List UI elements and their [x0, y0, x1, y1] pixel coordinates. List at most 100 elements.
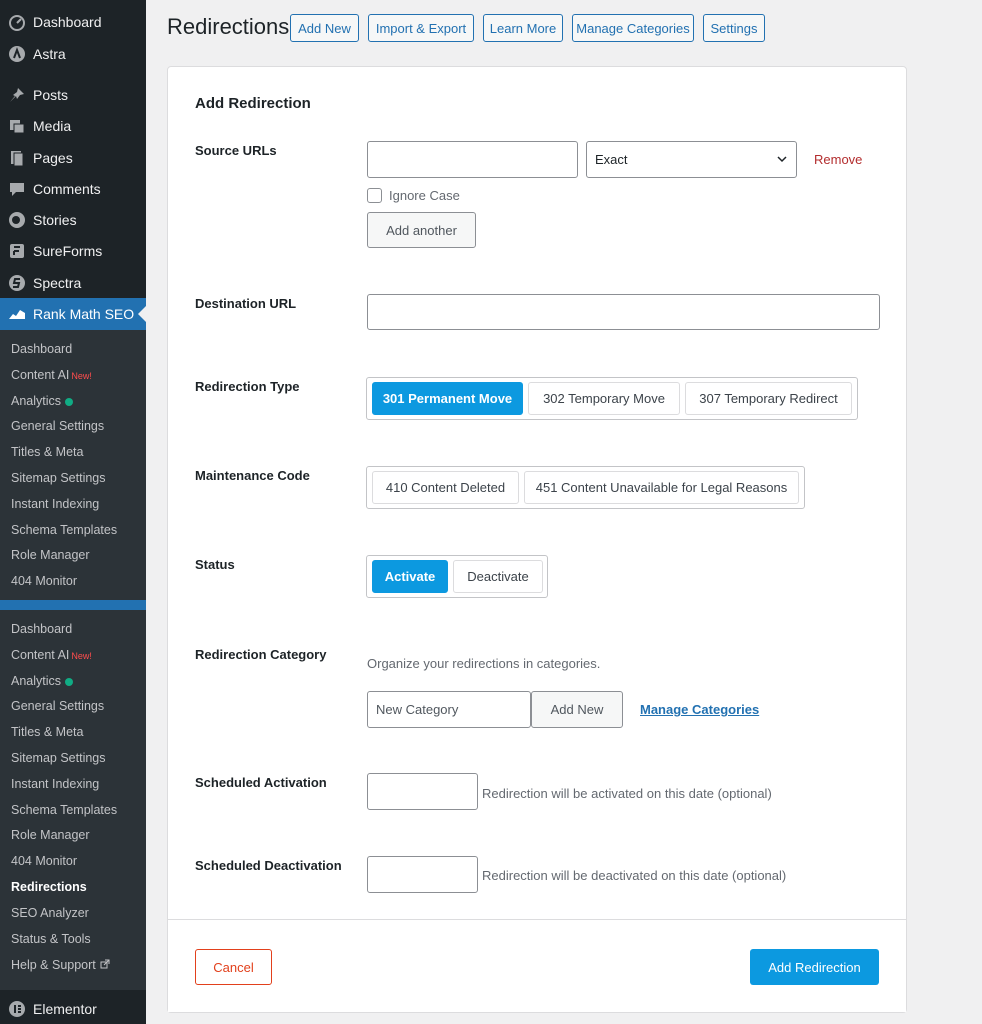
ignore-case-label: Ignore Case: [389, 188, 460, 203]
menu-item-label: Posts: [33, 86, 69, 103]
menu-item-rank-math-seo[interactable]: Rank Math SEO: [0, 298, 146, 330]
submenu-item-dashboard[interactable]: Dashboard: [11, 622, 72, 636]
submenu-item-sitemap-settings[interactable]: Sitemap Settings: [11, 471, 106, 485]
manage-categories-button[interactable]: Manage Categories: [572, 14, 694, 42]
submenu-item-schema-templates[interactable]: Schema Templates: [11, 803, 117, 817]
submenu-item-content-ai[interactable]: Content AI New!: [11, 368, 92, 382]
redirection-type-group: 301 Permanent Move 302 Temporary Move 30…: [366, 377, 858, 420]
elementor-icon: [7, 999, 27, 1019]
menu-item-dashboard[interactable]: Dashboard: [0, 6, 146, 37]
menu-item-comments[interactable]: Comments: [0, 173, 146, 204]
manage-categories-link[interactable]: Manage Categories: [640, 702, 759, 717]
rank-math-submenu-flyout: Dashboard Content AI New! Analytics Gener…: [0, 610, 146, 990]
submenu-item-schema-templates[interactable]: Schema Templates: [11, 523, 117, 537]
maintenance-code-group: 410 Content Deleted 451 Content Unavaila…: [366, 466, 805, 509]
dashboard-icon: [7, 12, 27, 32]
status-dot-icon: [65, 397, 74, 406]
admin-sidebar: Dashboard Astra Posts Media Pages Commen…: [0, 0, 146, 1024]
media-icon: [7, 116, 27, 136]
deactivate-button[interactable]: Deactivate: [453, 560, 543, 593]
category-helper-text: Organize your redirections in categories…: [367, 656, 601, 671]
card-title: Add Redirection: [195, 95, 311, 112]
add-redirection-button[interactable]: Add Redirection: [750, 949, 879, 985]
menu-item-pages[interactable]: Pages: [0, 142, 146, 173]
settings-button[interactable]: Settings: [703, 14, 765, 42]
cancel-button[interactable]: Cancel: [195, 949, 272, 985]
status-group: Activate Deactivate: [366, 555, 548, 598]
submenu-item-role-manager[interactable]: Role Manager: [11, 548, 90, 562]
ignore-case-checkbox[interactable]: [367, 188, 382, 203]
submenu-item-analytics[interactable]: Analytics: [11, 394, 74, 408]
submenu-item-titles-meta[interactable]: Titles & Meta: [11, 725, 83, 739]
status-dot-icon: [65, 677, 74, 686]
redirection-category-label: Redirection Category: [195, 647, 327, 662]
menu-item-label: Pages: [33, 149, 73, 166]
activation-date-input[interactable]: [367, 773, 478, 810]
menu-item-label: Spectra: [33, 274, 82, 291]
code-451-button[interactable]: 451 Content Unavailable for Legal Reason…: [524, 471, 799, 504]
match-type-select[interactable]: Exact: [586, 141, 797, 178]
astra-icon: [7, 44, 27, 64]
comment-icon: [7, 179, 27, 199]
scheduled-deactivation-label: Scheduled Deactivation: [195, 858, 342, 873]
sureforms-icon: [7, 241, 27, 261]
menu-item-stories[interactable]: Stories: [0, 204, 146, 235]
submenu-item-help-support[interactable]: Help & Support: [11, 958, 110, 972]
add-new-button[interactable]: Add New: [290, 14, 359, 42]
submenu-item-404-monitor[interactable]: 404 Monitor: [11, 854, 77, 868]
type-301-button[interactable]: 301 Permanent Move: [372, 382, 523, 415]
redirection-type-label: Redirection Type: [195, 379, 300, 394]
type-302-button[interactable]: 302 Temporary Move: [528, 382, 680, 415]
submenu-item-dashboard[interactable]: Dashboard: [11, 342, 72, 356]
submenu-item-instant-indexing[interactable]: Instant Indexing: [11, 497, 99, 511]
learn-more-button[interactable]: Learn More: [483, 14, 563, 42]
submenu-item-redirections[interactable]: Redirections: [11, 880, 87, 894]
type-307-button[interactable]: 307 Temporary Redirect: [685, 382, 852, 415]
new-badge: New!: [71, 651, 92, 661]
destination-url-label: Destination URL: [195, 296, 297, 311]
submenu-item-general-settings[interactable]: General Settings: [11, 699, 104, 713]
menu-item-elementor[interactable]: Elementor: [0, 993, 146, 1024]
stories-icon: [7, 210, 27, 230]
source-url-input[interactable]: [367, 141, 578, 178]
scheduled-activation-label: Scheduled Activation: [195, 775, 327, 790]
menu-item-astra[interactable]: Astra: [0, 38, 146, 69]
submenu-divider: [0, 600, 146, 610]
submenu-item-404-monitor[interactable]: 404 Monitor: [11, 574, 77, 588]
activation-helper-text: Redirection will be activated on this da…: [482, 786, 772, 801]
menu-item-spectra[interactable]: Spectra: [0, 267, 146, 298]
submenu-item-sitemap-settings[interactable]: Sitemap Settings: [11, 751, 106, 765]
chevron-down-icon: [776, 153, 788, 168]
menu-item-label: Stories: [33, 211, 77, 228]
add-redirection-card: Add Redirection Source URLs Exact Remove…: [167, 66, 907, 1013]
submenu-item-seo-analyzer[interactable]: SEO Analyzer: [11, 906, 89, 920]
menu-item-label: Rank Math SEO: [33, 306, 135, 322]
submenu-item-instant-indexing[interactable]: Instant Indexing: [11, 777, 99, 791]
match-type-value: Exact: [595, 152, 628, 167]
deactivation-date-input[interactable]: [367, 856, 478, 893]
spectra-icon: [7, 273, 27, 293]
add-category-button[interactable]: Add New: [531, 691, 623, 728]
new-badge: New!: [71, 371, 92, 381]
submenu-item-titles-meta[interactable]: Titles & Meta: [11, 445, 83, 459]
submenu-item-status-tools[interactable]: Status & Tools: [11, 932, 91, 946]
remove-link[interactable]: Remove: [814, 152, 862, 167]
menu-item-label: Comments: [33, 180, 101, 197]
submenu-item-general-settings[interactable]: General Settings: [11, 419, 104, 433]
code-410-button[interactable]: 410 Content Deleted: [372, 471, 519, 504]
new-category-input[interactable]: New Category: [367, 691, 531, 728]
add-another-button[interactable]: Add another: [367, 212, 476, 248]
page-title: Redirections: [167, 14, 290, 39]
menu-item-label: SureForms: [33, 242, 103, 259]
activate-button[interactable]: Activate: [372, 560, 448, 593]
menu-item-sureforms[interactable]: SureForms: [0, 235, 146, 266]
submenu-item-content-ai[interactable]: Content AI New!: [11, 648, 92, 662]
rank-math-icon: [7, 304, 27, 324]
import-export-button[interactable]: Import & Export: [368, 14, 474, 42]
menu-item-media[interactable]: Media: [0, 110, 146, 141]
deactivation-helper-text: Redirection will be deactivated on this …: [482, 868, 787, 883]
submenu-item-analytics[interactable]: Analytics: [11, 674, 74, 688]
destination-url-input[interactable]: [367, 294, 880, 330]
submenu-item-role-manager[interactable]: Role Manager: [11, 828, 90, 842]
menu-item-posts[interactable]: Posts: [0, 79, 146, 110]
